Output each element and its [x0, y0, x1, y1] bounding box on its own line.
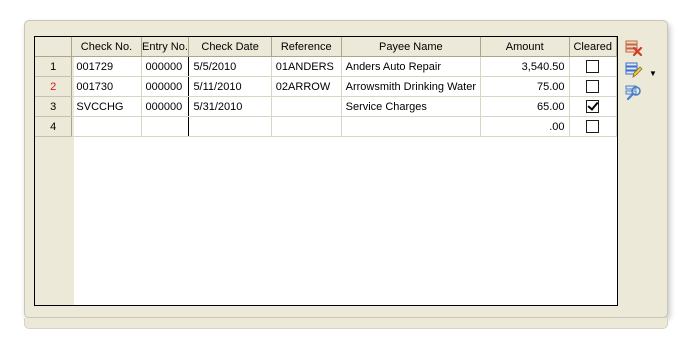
payee-name-cell[interactable]: Arrowsmith Drinking Water [341, 76, 482, 97]
panel-footer-strip [24, 318, 668, 329]
cleared-checkbox[interactable] [586, 120, 600, 133]
cleared-cell [569, 76, 617, 97]
delete-rows-icon[interactable] [625, 39, 643, 57]
reference-cell[interactable]: 01ANDERS [271, 56, 342, 77]
column-header-reference[interactable]: Reference [271, 37, 342, 57]
cleared-cell [569, 116, 617, 137]
corner-cell [35, 37, 73, 57]
reference-cell[interactable]: 02ARROW [271, 76, 342, 97]
amount-cell[interactable]: 65.00 [480, 96, 570, 117]
amount-cell[interactable]: 75.00 [480, 76, 570, 97]
check-date-cell[interactable]: 5/5/2010 [188, 56, 272, 77]
entry-no-cell[interactable] [141, 116, 190, 137]
cleared-checkbox[interactable] [586, 80, 600, 93]
checks-grid: Check No. Entry No. Check Date Reference… [34, 36, 618, 306]
check-date-cell[interactable] [188, 116, 272, 137]
row-number[interactable]: 3 [35, 96, 73, 117]
reference-cell[interactable] [271, 96, 342, 117]
column-header-check-date[interactable]: Check Date [188, 37, 272, 57]
column-header-cleared[interactable]: Cleared [569, 37, 617, 57]
cleared-checkbox[interactable] [586, 100, 600, 113]
cleared-cell [569, 56, 617, 77]
check-no-cell[interactable]: 001730 [71, 76, 142, 97]
check-no-cell[interactable] [71, 116, 142, 137]
bank-reconciliation-panel: Check No. Entry No. Check Date Reference… [24, 20, 668, 318]
check-date-cell[interactable]: 5/31/2010 [188, 96, 272, 117]
chevron-down-icon[interactable]: ▼ [649, 69, 657, 78]
table-row[interactable]: 3 SVCCHG 000000 5/31/2010 Service Charge… [35, 96, 617, 117]
entry-no-cell[interactable]: 000000 [141, 56, 190, 77]
row-number[interactable]: 2 [35, 76, 73, 97]
column-header-check-no[interactable]: Check No. [71, 37, 142, 57]
table-row[interactable]: 2 001730 000000 5/11/2010 02ARROW Arrows… [35, 76, 617, 97]
amount-cell[interactable]: .00 [480, 116, 570, 137]
find-icon[interactable] [625, 83, 643, 101]
payee-name-cell[interactable] [341, 116, 482, 137]
check-no-cell[interactable]: SVCCHG [71, 96, 142, 117]
checks-table: Check No. Entry No. Check Date Reference… [35, 37, 617, 137]
check-no-cell[interactable]: 001729 [71, 56, 142, 77]
edit-rows-icon[interactable] [625, 61, 643, 79]
header-row: Check No. Entry No. Check Date Reference… [35, 37, 617, 57]
column-header-payee-name[interactable]: Payee Name [341, 37, 482, 57]
column-header-amount[interactable]: Amount [480, 37, 570, 57]
table-row[interactable]: 1 001729 000000 5/5/2010 01ANDERS Anders… [35, 56, 617, 77]
reference-cell[interactable] [271, 116, 342, 137]
row-number[interactable]: 1 [35, 56, 73, 77]
cleared-checkbox[interactable] [586, 60, 600, 73]
table-row[interactable]: 4 .00 [35, 116, 617, 137]
amount-cell[interactable]: 3,540.50 [480, 56, 570, 77]
entry-no-cell[interactable]: 000000 [141, 96, 190, 117]
row-number[interactable]: 4 [35, 116, 73, 137]
column-header-entry-no[interactable]: Entry No. [141, 37, 190, 57]
payee-name-cell[interactable]: Anders Auto Repair [341, 56, 482, 77]
cleared-cell [569, 96, 617, 117]
check-date-cell[interactable]: 5/11/2010 [188, 76, 272, 97]
entry-no-cell[interactable]: 000000 [141, 76, 190, 97]
payee-name-cell[interactable]: Service Charges [341, 96, 482, 117]
